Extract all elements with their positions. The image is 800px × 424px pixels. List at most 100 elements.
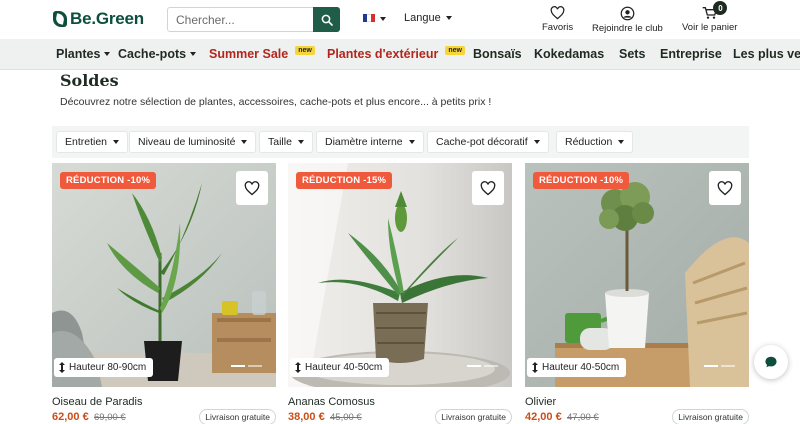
chevron-down-icon	[113, 140, 120, 144]
nav-item-plantes[interactable]: Plantes	[56, 47, 111, 61]
chevron-down-icon[interactable]	[380, 17, 386, 21]
nav-item-cache-pots[interactable]: Cache-pots	[118, 47, 197, 61]
nav-item-kokedamas[interactable]: Kokedamas	[534, 47, 604, 61]
site-header: Be.Green Langue Favoris Rejoindre le clu…	[0, 0, 800, 39]
product-card[interactable]: RÉDUCTION -10% Hauteur 80-90cm Oiseau de…	[52, 163, 276, 424]
carousel-indicators[interactable]	[467, 365, 498, 367]
chevron-down-icon	[533, 140, 540, 144]
favorites-label: Favoris	[542, 22, 574, 33]
chevron-down-icon	[190, 52, 197, 56]
filter-luminosite[interactable]: Niveau de luminosité	[129, 131, 257, 153]
nav-label: Kokedamas	[534, 47, 605, 61]
language-selector[interactable]: Langue	[404, 12, 452, 24]
filter-reduction[interactable]: Réduction	[556, 131, 634, 153]
height-label: Hauteur 40-50cm	[542, 362, 620, 373]
nav-item-best-sellers[interactable]: Les plus ven	[733, 47, 800, 61]
nav-item-summer-sale[interactable]: Summer Sale new	[209, 45, 315, 61]
nav-item-sets[interactable]: Sets	[619, 47, 645, 61]
product-old-price: 69,00 €	[94, 412, 126, 423]
search-input[interactable]	[168, 8, 313, 31]
nav-label: Cache-pots	[118, 47, 187, 61]
search-box	[167, 7, 340, 32]
user-icon	[620, 6, 635, 21]
free-shipping-badge: Livraison gratuite	[435, 409, 512, 424]
product-card[interactable]: RÉDUCTION -15% Hauteur 40-50cm Ananas Co…	[288, 163, 512, 424]
nav-label: Les plus ven	[733, 47, 800, 61]
language-label: Langue	[404, 12, 441, 24]
join-club-link[interactable]: Rejoindre le club	[592, 6, 663, 34]
product-image[interactable]: RÉDUCTION -15% Hauteur 40-50cm	[288, 163, 512, 387]
plant-height-chip: Hauteur 40-50cm	[527, 358, 627, 377]
cart-link[interactable]: Voir le panier 0	[682, 1, 738, 33]
cart-label: Voir le panier	[682, 22, 738, 33]
product-old-price: 45,00 €	[330, 412, 362, 423]
add-to-favorites-button[interactable]	[709, 171, 741, 205]
leaf-logo-icon	[53, 11, 67, 27]
filter-label: Cache-pot décoratif	[436, 136, 528, 148]
discount-badge: RÉDUCTION -10%	[533, 172, 630, 189]
nav-label: Entreprise	[660, 47, 722, 61]
plant-height-chip: Hauteur 40-50cm	[290, 358, 390, 377]
chevron-down-icon	[618, 140, 625, 144]
discount-badge: RÉDUCTION -10%	[60, 172, 157, 189]
nav-label: Summer Sale	[209, 47, 289, 61]
search-icon	[321, 14, 333, 26]
filter-label: Entretien	[65, 136, 108, 148]
nav-label: Sets	[619, 47, 646, 61]
product-price: 62,00 €	[52, 411, 89, 423]
product-price: 38,00 €	[288, 411, 325, 423]
filter-entretien[interactable]: Entretien	[56, 131, 129, 153]
filter-label: Niveau de luminosité	[138, 136, 236, 148]
add-to-favorites-button[interactable]	[472, 171, 504, 205]
free-shipping-badge: Livraison gratuite	[672, 409, 749, 424]
product-price: 42,00 €	[525, 411, 562, 423]
filter-diametre[interactable]: Diamètre interne	[316, 131, 424, 153]
product-image[interactable]: RÉDUCTION -10% Hauteur 40-50cm	[525, 163, 749, 387]
brand-name: Be.Green	[70, 9, 144, 28]
chat-button[interactable]	[754, 345, 788, 379]
free-shipping-badge: Livraison gratuite	[199, 409, 276, 424]
filter-label: Diamètre interne	[325, 136, 403, 148]
main-navigation: Plantes Cache-pots Summer Sale new Plante…	[0, 39, 800, 70]
discount-badge: RÉDUCTION -15%	[296, 172, 393, 189]
carousel-indicators[interactable]	[231, 365, 262, 367]
heart-icon	[244, 180, 260, 195]
new-badge: new	[445, 45, 465, 55]
product-name[interactable]: Oiseau de Paradis	[52, 396, 143, 408]
filter-bar: Entretien Niveau de luminosité Taille Di…	[52, 126, 749, 158]
chevron-down-icon	[408, 140, 415, 144]
heart-icon	[550, 6, 565, 20]
height-arrow-icon	[59, 362, 65, 373]
product-name[interactable]: Olivier	[525, 396, 556, 408]
nav-item-outdoor-plants[interactable]: Plantes d'extérieur new	[327, 45, 465, 61]
add-to-favorites-button[interactable]	[236, 171, 268, 205]
height-label: Hauteur 80-90cm	[69, 362, 147, 373]
product-name[interactable]: Ananas Comosus	[288, 396, 375, 408]
nav-label: Plantes	[56, 47, 101, 61]
chevron-down-icon	[445, 16, 452, 20]
search-button[interactable]	[313, 7, 340, 32]
page-title: Soldes	[60, 71, 119, 90]
nav-label: Bonsaïs	[473, 47, 522, 61]
filter-label: Réduction	[565, 136, 613, 148]
carousel-indicators[interactable]	[704, 365, 735, 367]
nav-item-bonsais[interactable]: Bonsaïs	[473, 47, 522, 61]
product-image[interactable]: RÉDUCTION -10% Hauteur 80-90cm	[52, 163, 276, 387]
french-flag-icon[interactable]	[363, 14, 375, 22]
nav-label: Plantes d'extérieur	[327, 47, 439, 61]
nav-item-entreprise[interactable]: Entreprise	[660, 47, 722, 61]
product-card[interactable]: RÉDUCTION -10% Hauteur 40-50cm Olivier 4…	[525, 163, 749, 424]
product-old-price: 47,00 €	[567, 412, 599, 423]
heart-icon	[480, 180, 496, 195]
cart-count-badge: 0	[713, 1, 728, 15]
filter-label: Taille	[268, 136, 292, 148]
chat-bubble-icon	[765, 356, 777, 368]
filter-taille[interactable]: Taille	[259, 131, 313, 153]
height-label: Hauteur 40-50cm	[305, 362, 383, 373]
chevron-down-icon	[297, 140, 304, 144]
chevron-down-icon	[241, 140, 248, 144]
height-arrow-icon	[295, 362, 301, 373]
favorites-link[interactable]: Favoris	[542, 6, 573, 33]
filter-cache-pot[interactable]: Cache-pot décoratif	[427, 131, 549, 153]
brand-logo[interactable]: Be.Green	[53, 9, 144, 29]
